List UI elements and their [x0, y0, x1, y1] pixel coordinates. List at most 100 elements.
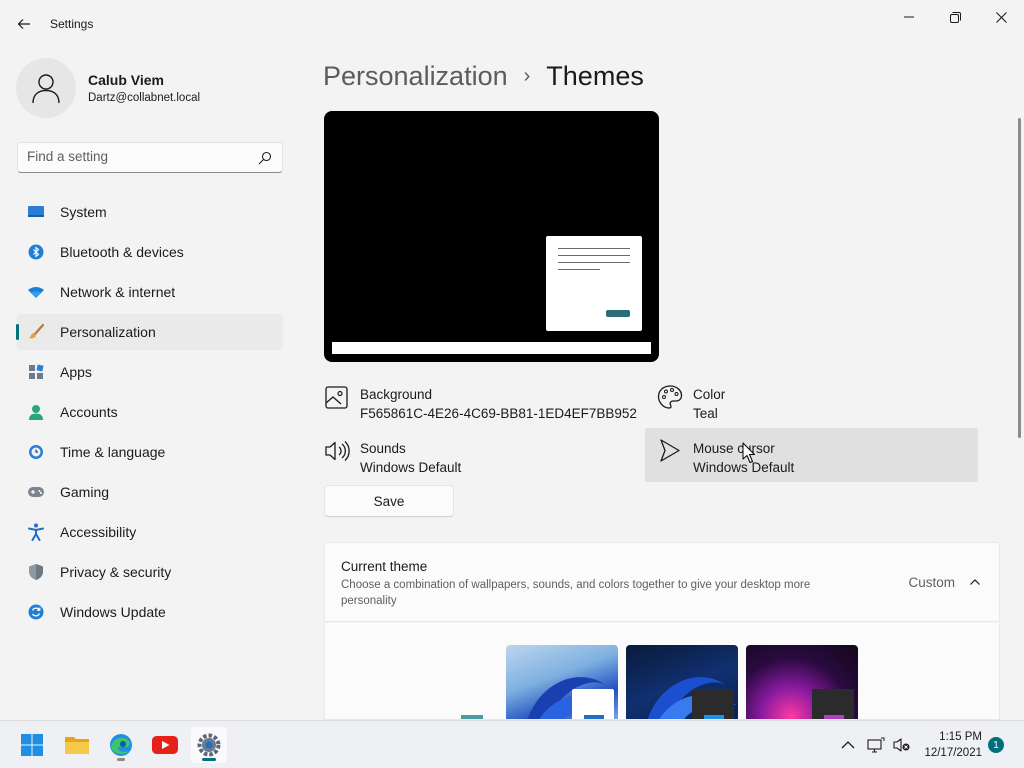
sidebar-item-accessibility[interactable]: Accessibility [17, 514, 283, 550]
shield-icon [27, 563, 45, 581]
back-arrow-icon [17, 19, 30, 29]
clock-time: 1:15 PM [939, 731, 982, 743]
palette-icon [657, 385, 683, 409]
file-explorer-button[interactable] [59, 727, 95, 763]
preview-accent-button [606, 310, 630, 317]
background-title: Background [360, 387, 433, 402]
sidebar-item-label: Network & internet [60, 284, 176, 300]
search-input[interactable] [27, 149, 247, 164]
minimize-button[interactable] [886, 4, 932, 30]
wifi-icon [27, 283, 45, 301]
avatar [16, 58, 76, 118]
color-value: Teal [693, 406, 718, 421]
volume-muted-icon [893, 738, 910, 752]
notification-badge[interactable]: 1 [988, 737, 1004, 753]
brush-icon [27, 323, 45, 341]
edge-button[interactable] [103, 727, 139, 763]
sidebar-item-personalization[interactable]: Personalization [16, 314, 283, 350]
minimize-icon [904, 16, 914, 18]
sidebar-item-label: Bluetooth & devices [60, 244, 184, 260]
back-button[interactable] [10, 10, 38, 38]
title-bar: Settings [0, 0, 1024, 48]
sidebar-item-label: System [60, 204, 107, 220]
sidebar-item-label: Accessibility [60, 524, 137, 540]
sidebar-item-accounts[interactable]: Accounts [17, 394, 283, 430]
accessibility-icon [27, 523, 45, 541]
thumb-window [692, 689, 734, 719]
system-icon [27, 203, 45, 221]
breadcrumb: Personalization › Themes [323, 58, 644, 94]
restore-button[interactable] [932, 4, 978, 30]
file-explorer-icon [65, 737, 89, 754]
start-button[interactable] [14, 727, 50, 763]
current-theme-description: Choose a combination of wallpapers, soun… [341, 579, 811, 607]
scrollbar[interactable] [1018, 118, 1021, 438]
current-theme-header[interactable]: Current theme Choose a combination of wa… [324, 542, 1000, 622]
sidebar-nav: System Bluetooth & devices Network & int… [16, 194, 283, 634]
preview-taskbar [332, 342, 651, 354]
background-setting[interactable]: Background F565861C-4E26-4C69-BB81-1ED4E… [324, 384, 637, 434]
clock-date: 12/17/2021 [924, 747, 982, 759]
theme-thumb-light[interactable] [506, 645, 618, 719]
update-icon [27, 603, 45, 621]
mouse-cursor-setting[interactable]: Mouse cursor Windows Default [657, 438, 957, 488]
network-tray-button[interactable] [866, 735, 886, 755]
sidebar-item-apps[interactable]: Apps [17, 354, 283, 390]
breadcrumb-separator: › [523, 64, 531, 87]
breadcrumb-parent[interactable]: Personalization [323, 61, 508, 92]
current-theme-value: Custom [908, 575, 955, 590]
theme-thumb-dark[interactable] [626, 645, 738, 719]
close-icon [995, 11, 1007, 23]
volume-tray-button[interactable] [892, 735, 912, 755]
current-theme-title: Current theme [341, 559, 428, 574]
settings-button[interactable] [191, 727, 227, 763]
sidebar-item-label: Windows Update [60, 604, 166, 620]
start-icon [21, 734, 43, 756]
sounds-title: Sounds [360, 441, 406, 456]
sidebar-item-label: Time & language [60, 444, 166, 460]
settings-icon [197, 733, 221, 757]
search-icon [258, 151, 272, 165]
theme-thumb-glow[interactable] [746, 645, 858, 719]
mouse-pointer-icon [742, 442, 755, 463]
close-button[interactable] [978, 4, 1024, 30]
clock[interactable]: 1:15 PM 12/17/2021 [914, 729, 982, 761]
network-icon [867, 737, 885, 753]
page-title: Themes [546, 60, 644, 91]
clock-globe-icon [27, 443, 45, 461]
chevron-up-icon[interactable] [969, 576, 981, 588]
apps-icon [27, 363, 45, 381]
mouse-cursor-title: Mouse cursor [693, 441, 775, 456]
background-value: F565861C-4E26-4C69-BB81-1ED4EF7BB952 [360, 406, 637, 421]
sidebar-item-time-language[interactable]: Time & language [17, 434, 283, 470]
sidebar-item-system[interactable]: System [17, 194, 283, 230]
app-title: Settings [50, 17, 94, 31]
picture-icon [325, 386, 348, 409]
cursor-icon [660, 439, 680, 462]
color-setting[interactable]: Color Teal [657, 384, 957, 434]
search-box[interactable] [17, 142, 283, 173]
restore-icon [949, 11, 961, 23]
sidebar-item-label: Accounts [60, 404, 118, 420]
taskbar: 1:15 PM 12/17/2021 1 [0, 720, 1024, 768]
theme-gallery [324, 623, 1000, 720]
accounts-icon [27, 403, 45, 421]
sounds-setting[interactable]: Sounds Windows Default [324, 438, 634, 488]
sidebar-item-bluetooth[interactable]: Bluetooth & devices [17, 234, 283, 270]
user-email: Dartz@collabnet.local [88, 92, 201, 104]
sidebar-item-label: Apps [60, 364, 92, 380]
sidebar-item-windows-update[interactable]: Windows Update [17, 594, 283, 630]
theme-preview [324, 111, 659, 362]
person-icon [32, 74, 60, 104]
sidebar-item-network[interactable]: Network & internet [17, 274, 283, 310]
sidebar-item-gaming[interactable]: Gaming [17, 474, 283, 510]
save-button[interactable]: Save [324, 485, 454, 517]
sidebar-item-label: Privacy & security [60, 564, 172, 580]
youtube-button[interactable] [147, 727, 183, 763]
sidebar-item-privacy-security[interactable]: Privacy & security [17, 554, 283, 590]
show-hidden-icons-button[interactable] [838, 735, 858, 755]
user-profile[interactable]: Calub Viem Dartz@collabnet.local [16, 58, 286, 118]
preview-window [546, 236, 642, 331]
thumb-window [572, 689, 614, 719]
bluetooth-icon [27, 243, 45, 261]
